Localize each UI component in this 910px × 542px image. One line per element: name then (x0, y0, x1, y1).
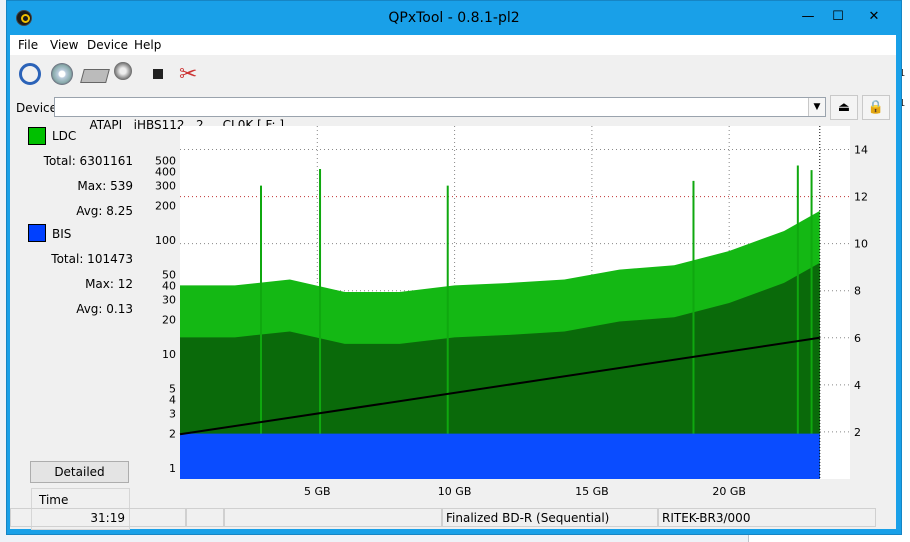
y-right-tick-label: 6 (854, 332, 861, 345)
y-left-tick-label: 3 (169, 408, 176, 421)
y-left-tick-label: 5 (169, 382, 176, 395)
y-right-tick-label: 4 (854, 379, 861, 392)
status-media-id: RITEK-BR3/000 (658, 508, 876, 527)
close-button[interactable]: ✕ (859, 7, 889, 27)
y-right-tick-label: 12 (854, 191, 868, 204)
x-tick-label: 10 GB (438, 485, 472, 498)
y-left-tick-label: 20 (162, 314, 176, 327)
y-left-tick-label: 10 (162, 348, 176, 361)
y-right-tick-label: 14 (854, 144, 868, 157)
bis-area (180, 433, 820, 479)
client-area: File View Device Help ✂ Device: ATAPI iH… (10, 35, 896, 530)
x-tick-label: 5 GB (304, 485, 331, 498)
y-left-tick-label: 2 (169, 428, 176, 441)
minimize-button[interactable]: — (793, 7, 823, 27)
quality-chart: 1234510203040501002003004005002468101214… (155, 126, 868, 498)
x-tick-label: 20 GB (712, 485, 746, 498)
window-title: QPxTool - 0.8.1-pl2 (388, 10, 520, 26)
y-left-tick-label: 300 (155, 180, 176, 193)
y-left-tick-label: 30 (162, 294, 176, 307)
y-left-tick-label: 50 (162, 268, 176, 281)
y-right-tick-label: 2 (854, 426, 861, 439)
qpxtool-window: QPxTool - 0.8.1-pl2 — ☐ ✕ File View Devi… (6, 0, 902, 535)
status-cell-2 (186, 508, 224, 527)
y-left-tick-label: 200 (155, 200, 176, 213)
y-right-tick-label: 10 (854, 238, 868, 251)
y-left-tick-label: 100 (155, 234, 176, 247)
status-bar: Finalized BD-R (Sequential) RITEK-BR3/00… (10, 507, 896, 529)
status-cell-3 (224, 508, 442, 527)
x-tick-label: 15 GB (575, 485, 609, 498)
title-bar: QPxTool - 0.8.1-pl2 — ☐ ✕ (7, 1, 901, 34)
status-cell-1 (10, 508, 186, 527)
y-left-tick-label: 1 (169, 462, 176, 475)
y-left-tick-label: 500 (155, 154, 176, 167)
maximize-button[interactable]: ☐ (823, 7, 853, 27)
y-right-tick-label: 8 (854, 285, 861, 298)
status-disc-type: Finalized BD-R (Sequential) (442, 508, 658, 527)
